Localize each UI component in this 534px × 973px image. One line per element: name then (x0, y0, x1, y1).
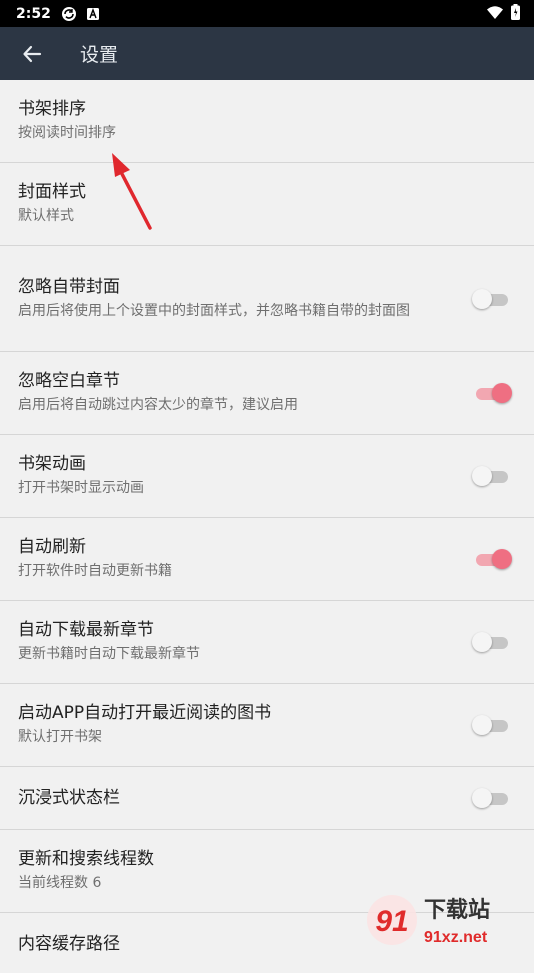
toggle-switch[interactable] (472, 787, 512, 809)
setting-title: 沉浸式状态栏 (18, 788, 120, 808)
setting-title: 更新和搜索线程数 (18, 849, 154, 869)
setting-auto-download-latest[interactable]: 自动下载最新章节 更新书籍时自动下载最新章节 (0, 601, 534, 684)
setting-title: 封面样式 (18, 182, 86, 202)
setting-title: 启动APP自动打开最近阅读的图书 (18, 703, 272, 723)
setting-subtitle: 按阅读时间排序 (18, 125, 116, 141)
setting-title: 自动下载最新章节 (18, 620, 154, 640)
setting-bookshelf-sort[interactable]: 书架排序 按阅读时间排序 (0, 80, 534, 163)
watermark-91: 91 (375, 905, 408, 938)
setting-immersive-status-bar[interactable]: 沉浸式状态栏 (0, 767, 534, 830)
setting-title: 忽略自带封面 (18, 276, 120, 297)
watermark-url: 91xz.net (424, 929, 488, 946)
setting-subtitle: 更新书籍时自动下载最新章节 (18, 646, 200, 662)
setting-subtitle: 打开软件时自动更新书籍 (18, 563, 172, 579)
setting-title: 书架排序 (18, 99, 86, 119)
battery-icon (511, 3, 520, 24)
toggle-switch[interactable] (472, 631, 512, 653)
toggle-switch[interactable] (472, 548, 512, 570)
toggle-switch[interactable] (472, 465, 512, 487)
app-bar: 设置 (0, 27, 534, 80)
rotate-icon (61, 6, 77, 22)
setting-subtitle: 启用后将使用上个设置中的封面样式，并忽略书籍自带的封面图 (18, 302, 410, 319)
setting-title: 忽略空白章节 (18, 371, 120, 391)
setting-subtitle: 默认打开书架 (18, 729, 102, 745)
setting-cover-style[interactable]: 封面样式 默认样式 (0, 163, 534, 246)
setting-subtitle: 打开书架时显示动画 (18, 480, 144, 496)
watermark-cn: 下载站 (424, 897, 490, 923)
toggle-switch[interactable] (472, 382, 512, 404)
setting-title: 自动刷新 (18, 537, 86, 557)
setting-open-last-read[interactable]: 启动APP自动打开最近阅读的图书 默认打开书架 (0, 684, 534, 767)
toggle-switch[interactable] (472, 714, 512, 736)
setting-ignore-builtin-cover[interactable]: 忽略自带封面 启用后将使用上个设置中的封面样式，并忽略书籍自带的封面图 (0, 246, 534, 352)
wifi-icon (487, 4, 503, 23)
settings-list: 书架排序 按阅读时间排序 封面样式 默认样式 忽略自带封面 启用后将使用上个设置… (0, 80, 534, 973)
setting-bookshelf-animation[interactable]: 书架动画 打开书架时显示动画 (0, 435, 534, 518)
watermark-logo: 91 下载站 91xz.net (364, 890, 534, 950)
setting-title: 书架动画 (18, 454, 86, 474)
back-arrow-icon[interactable] (18, 40, 46, 68)
a-badge-icon (86, 7, 99, 20)
setting-subtitle: 启用后将自动跳过内容太少的章节，建议启用 (18, 397, 298, 413)
toggle-switch[interactable] (472, 288, 512, 310)
setting-subtitle: 默认样式 (18, 208, 74, 224)
status-time: 2:52 (16, 5, 51, 22)
setting-auto-refresh[interactable]: 自动刷新 打开软件时自动更新书籍 (0, 518, 534, 601)
status-bar: 2:52 (0, 0, 534, 27)
page-title: 设置 (80, 44, 119, 66)
setting-ignore-blank-chapters[interactable]: 忽略空白章节 启用后将自动跳过内容太少的章节，建议启用 (0, 352, 534, 435)
